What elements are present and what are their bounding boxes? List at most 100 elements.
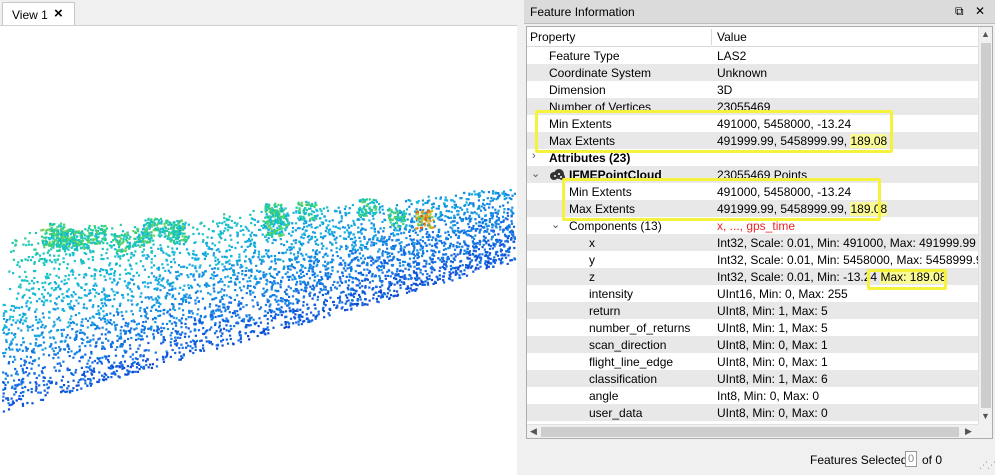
- value-cell: UInt16, Min: 0, Max: 255: [717, 287, 848, 301]
- close-icon[interactable]: ✕: [975, 4, 985, 18]
- point-cloud-viewport[interactable]: [0, 26, 517, 475]
- value-cell: UInt8, Min: 0, Max: 1: [717, 338, 828, 352]
- table-row[interactable]: Max Extents 491999.99, 5458999.99, 189.0…: [527, 132, 978, 149]
- scroll-thumb[interactable]: [981, 43, 991, 408]
- table-row[interactable]: Number of Vertices 23055469: [527, 98, 978, 115]
- column-separator[interactable]: [711, 29, 712, 45]
- chevron-down-icon[interactable]: ▼: [981, 411, 990, 421]
- value-cell: 23055469 Points: [717, 168, 808, 182]
- grid-header: Property Value: [527, 27, 978, 47]
- grid-rows: Feature Type LAS2 Coordinate System Unkn…: [527, 47, 989, 421]
- table-row[interactable]: return UInt8, Min: 1, Max: 5: [527, 302, 978, 319]
- chevron-left-icon[interactable]: ◀: [530, 426, 537, 437]
- close-icon[interactable]: ×: [54, 5, 63, 22]
- value-cell: 491000, 5458000, -13.24: [717, 117, 852, 131]
- table-row[interactable]: Min Extents 491000, 5458000, -13.24: [527, 115, 978, 132]
- table-row[interactable]: y Int32, Scale: 0.01, Min: 5458000, Max:…: [527, 251, 989, 268]
- value-cell: Int32, Scale: 0.01, Min: 5458000, Max: 5…: [717, 253, 990, 267]
- value-cell: 491999.99, 5458999.99, 189.08: [717, 202, 888, 216]
- selected-count-field[interactable]: 0: [905, 451, 917, 467]
- column-header-value[interactable]: Value: [717, 30, 747, 44]
- table-row[interactable]: Coordinate System Unknown: [527, 64, 978, 81]
- panel-title-bar: Feature Information ⧉ ✕: [524, 0, 995, 24]
- value-cell: Int32, Scale: 0.01, Min: -13.24 Max: 189…: [717, 270, 947, 284]
- property-cell: angle: [589, 389, 619, 403]
- property-cell: Min Extents: [549, 117, 612, 131]
- table-row[interactable]: Dimension 3D: [527, 81, 978, 98]
- point-cloud-render: [2, 189, 517, 413]
- property-cell: classification: [589, 372, 658, 386]
- property-cell: Number of Vertices: [549, 100, 652, 114]
- property-cell: return: [589, 304, 621, 318]
- property-cell: Coordinate System: [549, 66, 652, 80]
- property-cell: Components (13): [569, 219, 662, 233]
- property-cell: Feature Type: [549, 49, 620, 63]
- chevron-right-icon[interactable]: ▶: [965, 426, 972, 437]
- column-header-property[interactable]: Property: [530, 30, 575, 44]
- value-text: 491999.99, 5458999.99,: [717, 134, 848, 148]
- value-cell: LAS2: [717, 49, 747, 63]
- value-cell: x, ..., gps_time: [717, 219, 796, 233]
- property-cell: x: [589, 236, 595, 250]
- table-row[interactable]: flight_line_edge UInt8, Min: 0, Max: 1: [527, 353, 978, 370]
- features-selected-label: Features Selected:: [810, 453, 911, 467]
- table-row[interactable]: › Attributes (23): [527, 149, 978, 166]
- table-row[interactable]: z Int32, Scale: 0.01, Min: -13.24 Max: 1…: [527, 268, 978, 285]
- property-cell: Dimension: [549, 83, 606, 97]
- value-cell: Int8, Min: 0, Max: 0: [717, 389, 820, 403]
- value-cell: 491000, 5458000, -13.24: [717, 185, 852, 199]
- property-cell: z: [589, 270, 595, 284]
- table-row[interactable]: ⌄ IFMEPointCloud 23055469 Points: [527, 166, 978, 183]
- feature-information-panel: Feature Information ⧉ ✕ Property Value F…: [524, 0, 995, 442]
- table-row[interactable]: user_data UInt8, Min: 0, Max: 0: [527, 404, 978, 421]
- value-cell: UInt8, Min: 1, Max: 6: [717, 372, 828, 386]
- features-total: of 0: [922, 453, 943, 467]
- property-cell: Max Extents: [569, 202, 636, 216]
- value-cell: UInt8, Min: 0, Max: 0: [717, 406, 828, 420]
- table-row[interactable]: Feature Type LAS2: [527, 47, 978, 64]
- property-cell: Attributes (23): [549, 151, 631, 165]
- property-cell: flight_line_edge: [589, 355, 674, 369]
- value-cell: 23055469: [717, 100, 771, 114]
- property-cell: number_of_returns: [589, 321, 691, 335]
- restore-icon[interactable]: ⧉: [955, 4, 964, 19]
- property-grid: Property Value Feature Type LAS2 Coordin…: [526, 26, 993, 439]
- value-cell: Unknown: [717, 66, 768, 80]
- table-row[interactable]: Max Extents 491999.99, 5458999.99, 189.0…: [527, 200, 978, 217]
- panel-title: Feature Information: [530, 5, 635, 19]
- point-cloud-icon: [550, 169, 565, 180]
- table-row[interactable]: classification UInt8, Min: 1, Max: 6: [527, 370, 978, 387]
- horizontal-scrollbar[interactable]: ◀ ▶: [527, 424, 978, 438]
- property-cell: intensity: [589, 287, 634, 301]
- tab-view-1-label: View 1: [12, 8, 48, 22]
- value-cell: UInt8, Min: 0, Max: 1: [717, 355, 828, 369]
- table-row[interactable]: Min Extents 491000, 5458000, -13.24: [527, 183, 978, 200]
- table-row[interactable]: ⌄ Components (13) x, ..., gps_time: [527, 217, 978, 234]
- chevron-down-icon[interactable]: ⌄: [551, 218, 560, 231]
- highlighted-value: 189.08: [850, 134, 888, 148]
- resize-grip-icon[interactable]: ⋰⋰: [979, 460, 995, 471]
- chevron-down-icon[interactable]: ⌄: [531, 167, 540, 180]
- highlighted-value: 189.08: [850, 202, 888, 216]
- table-row[interactable]: x Int32, Scale: 0.01, Min: 491000, Max: …: [527, 234, 978, 251]
- vertical-scrollbar[interactable]: ▲ ▼: [978, 27, 992, 424]
- table-row[interactable]: number_of_returns UInt8, Min: 1, Max: 5: [527, 319, 978, 336]
- chevron-right-icon[interactable]: ›: [532, 150, 536, 162]
- scroll-thumb[interactable]: [541, 427, 959, 437]
- value-cell: 3D: [717, 83, 733, 97]
- highlighted-value: Max: 189.08: [880, 270, 947, 284]
- scroll-corner: [978, 424, 992, 438]
- status-bar: Features Selected: 0 of 0 ⋰⋰: [524, 442, 995, 475]
- splitter[interactable]: [517, 0, 524, 475]
- table-row[interactable]: scan_direction UInt8, Min: 0, Max: 1: [527, 336, 978, 353]
- chevron-up-icon[interactable]: ▲: [981, 29, 990, 39]
- table-row[interactable]: intensity UInt16, Min: 0, Max: 255: [527, 285, 978, 302]
- value-text: Int32, Scale: 0.01, Min: -13.24: [717, 270, 878, 284]
- property-cell: scan_direction: [589, 338, 667, 352]
- view-tab-bar: View 1 ×: [0, 0, 517, 26]
- property-cell: y: [589, 253, 595, 267]
- value-text: 491999.99, 5458999.99,: [717, 202, 848, 216]
- tab-view-1[interactable]: View 1 ×: [2, 2, 75, 25]
- table-row[interactable]: angle Int8, Min: 0, Max: 0: [527, 387, 978, 404]
- property-cell: IFMEPointCloud: [569, 168, 662, 182]
